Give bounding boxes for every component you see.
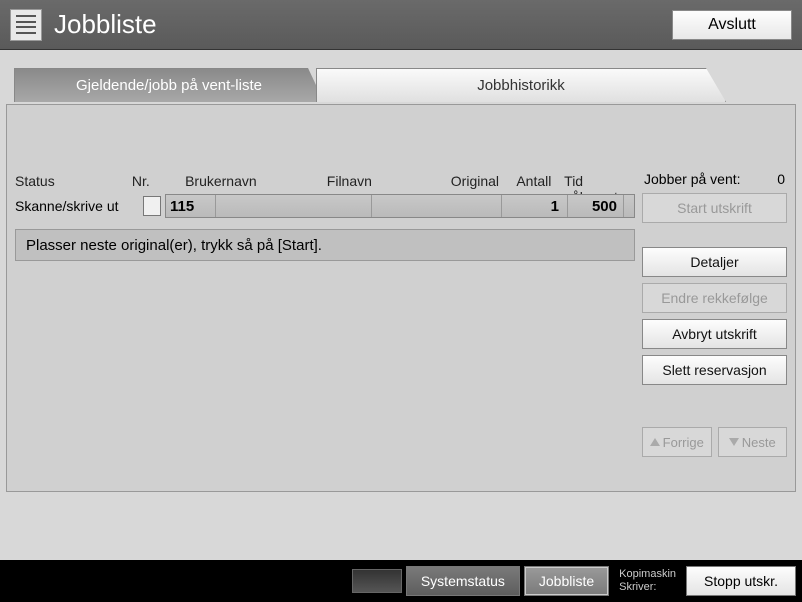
system-status-button[interactable]: Systemstatus [406, 566, 520, 596]
cancel-print-button[interactable]: Avbryt utskrift [642, 319, 787, 349]
details-button[interactable]: Detaljer [642, 247, 787, 277]
job-status: Skanne/skrive ut [15, 198, 143, 214]
pending-count: 0 [777, 171, 785, 187]
job-count: 500 [568, 195, 624, 217]
pager: Forrige Neste [642, 427, 787, 457]
next-label: Neste [742, 435, 776, 450]
job-panel: Status Nr. Brukernavn Filnavn Original A… [6, 104, 796, 492]
start-print-button: Start utskrift [642, 193, 787, 223]
toner-meter-icon [352, 569, 402, 593]
prev-label: Forrige [663, 435, 704, 450]
title-bar: Jobbliste Avslutt [0, 0, 802, 50]
side-panel: Jobber på vent: 0 Start utskrift Detalje… [642, 171, 787, 457]
main-content: Gjeldende/jobb på vent-liste Jobbhistori… [0, 50, 802, 560]
printer-label: Skriver: [619, 581, 676, 594]
pending-label: Jobber på vent: [644, 171, 741, 187]
device-status-labels: Kopimaskin Skriver: [613, 568, 682, 594]
job-user [216, 195, 372, 217]
next-page-button: Neste [718, 427, 788, 457]
footer-bar: Systemstatus Jobbliste Kopimaskin Skrive… [0, 560, 802, 602]
job-row[interactable]: Skanne/skrive ut 115 1 500 [15, 193, 635, 219]
tab-job-history[interactable]: Jobbhistorikk [316, 68, 726, 102]
chevron-down-icon [729, 438, 739, 446]
document-icon [143, 196, 161, 216]
page-title: Jobbliste [54, 9, 672, 40]
exit-button[interactable]: Avslutt [672, 10, 792, 40]
job-fields: 115 1 500 [165, 194, 635, 218]
tab-current-jobs[interactable]: Gjeldende/jobb på vent-liste [14, 68, 324, 102]
job-file [372, 195, 502, 217]
list-icon [10, 9, 42, 41]
instruction-message: Plasser neste original(er), trykk så på … [15, 229, 635, 261]
tab-bar: Gjeldende/jobb på vent-liste Jobbhistori… [0, 50, 802, 104]
prev-page-button: Forrige [642, 427, 712, 457]
stop-print-button[interactable]: Stopp utskr. [686, 566, 796, 596]
job-nr: 115 [166, 195, 216, 217]
job-list-button[interactable]: Jobbliste [524, 566, 609, 596]
chevron-up-icon [650, 438, 660, 446]
delete-reservation-button[interactable]: Slett reservasjon [642, 355, 787, 385]
pending-jobs: Jobber på vent: 0 [642, 171, 787, 187]
copier-label: Kopimaskin [619, 568, 676, 581]
reorder-button: Endre rekkefølge [642, 283, 787, 313]
job-original: 1 [502, 195, 568, 217]
